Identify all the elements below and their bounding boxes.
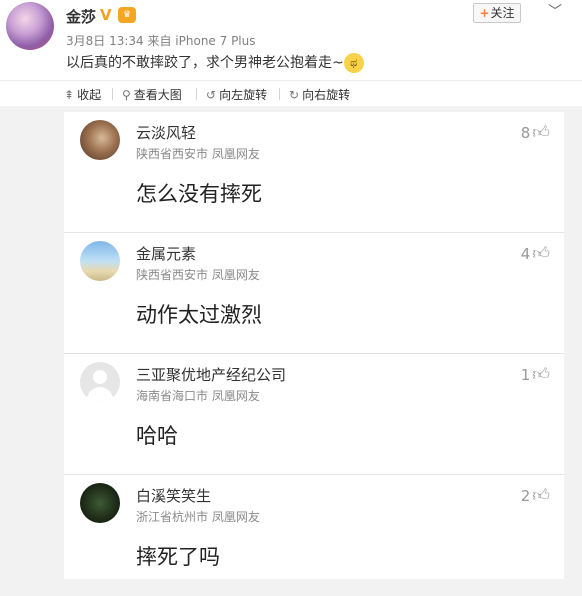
commenter-location: 浙江省杭州市 凤凰网友 — [136, 510, 260, 524]
commenter-name[interactable]: 三亚聚优地产经纪公司 — [136, 364, 286, 385]
commenter-name[interactable]: 白溪笑笑生 — [136, 485, 211, 506]
comment-text: 哈哈 — [136, 424, 178, 448]
rotate-left-label: 向左旋转 — [219, 88, 268, 102]
commenter-location: 陕西省西安市 凤凰网友 — [136, 147, 260, 161]
comment-text: 动作太过激烈 — [136, 303, 262, 327]
plus-icon: + — [479, 6, 490, 20]
thumbs-up-icon: 👍︎ — [532, 244, 550, 264]
crying-face-emoji-icon: ಥ — [343, 53, 364, 73]
commenter-avatar[interactable] — [80, 483, 120, 523]
post-text: 以后真的不敢摔跤了，求个男神老公抱着走~ ಥ — [66, 52, 364, 73]
author-name[interactable]: 金莎 — [66, 6, 96, 27]
avatar-shoulders — [87, 387, 113, 402]
commenter-avatar[interactable] — [80, 241, 120, 281]
comment-text: 怎么没有摔死 — [136, 182, 262, 206]
follow-label: 关注 — [490, 6, 515, 20]
vip-badge-icon: ♛ — [118, 7, 136, 23]
rotate-left-icon: ↺ — [206, 88, 217, 102]
comment-text: 摔死了吗 — [136, 545, 220, 569]
like-count: 8 — [520, 124, 531, 142]
author-avatar[interactable] — [6, 2, 54, 50]
follow-button[interactable]: +关注 — [473, 3, 521, 23]
commenter-location: 陕西省西安市 凤凰网友 — [136, 268, 260, 282]
chevron-down-icon[interactable]: ﹀ — [548, 1, 562, 21]
divider — [112, 88, 113, 100]
like-count: 1 — [520, 366, 531, 384]
view-large-label: 查看大图 — [133, 88, 182, 102]
post-text-content: 以后真的不敢摔跤了，求个男神老公抱着走~ — [66, 55, 344, 71]
like-count: 4 — [520, 245, 531, 263]
comment-item: 云淡风轻 陕西省西安市 凤凰网友 8 👍︎ 怎么没有摔死 — [64, 112, 564, 233]
rotate-left-button[interactable]: ↺ 向左旋转 — [206, 86, 267, 103]
collapse-button[interactable]: ⇞ 收起 — [64, 86, 101, 103]
verified-badge-icon: V — [100, 6, 112, 24]
thumbs-up-icon: 👍︎ — [532, 486, 550, 506]
commenter-location: 海南省海口市 凤凰网友 — [136, 389, 260, 403]
divider — [196, 88, 197, 100]
commenter-avatar[interactable] — [80, 120, 120, 160]
like-button[interactable]: 2 👍︎ — [521, 485, 550, 506]
like-count: 2 — [520, 487, 531, 505]
commenter-name[interactable]: 金属元素 — [136, 243, 196, 264]
collapse-icon: ⇞ — [64, 88, 75, 102]
comment-item: 金属元素 陕西省西安市 凤凰网友 4 👍︎ 动作太过激烈 — [64, 233, 564, 354]
image-toolbar: ⇞ 收起 ⚲ 查看大图 ↺ 向左旋转 ↻ 向右旋转 — [0, 80, 582, 106]
like-button[interactable]: 8 👍︎ — [521, 122, 550, 143]
rotate-right-icon: ↻ — [289, 88, 300, 102]
collapse-label: 收起 — [77, 88, 102, 102]
post-meta: 3月8日 13:34 来自 iPhone 7 Plus — [66, 34, 256, 48]
post-card: 金莎 V ♛ +关注 ﹀ 3月8日 13:34 来自 iPhone 7 Plus… — [0, 0, 582, 106]
magnifier-icon: ⚲ — [122, 88, 131, 102]
comment-list: 云淡风轻 陕西省西安市 凤凰网友 8 👍︎ 怎么没有摔死 金属元素 陕西省西安市 … — [64, 112, 564, 579]
like-button[interactable]: 4 👍︎ — [521, 243, 550, 264]
commenter-name[interactable]: 云淡风轻 — [136, 122, 196, 143]
avatar-head — [93, 370, 107, 384]
rotate-right-button[interactable]: ↻ 向右旋转 — [289, 86, 350, 103]
comment-item: 白溪笑笑生 浙江省杭州市 凤凰网友 2 👍︎ 摔死了吗 — [64, 475, 564, 596]
comment-item: 三亚聚优地产经纪公司 海南省海口市 凤凰网友 1 👍︎ 哈哈 — [64, 354, 564, 475]
view-large-button[interactable]: ⚲ 查看大图 — [122, 86, 182, 103]
thumbs-up-icon: 👍︎ — [532, 365, 550, 385]
default-avatar-icon[interactable] — [80, 362, 120, 402]
divider — [279, 88, 280, 100]
rotate-right-label: 向右旋转 — [302, 88, 351, 102]
thumbs-up-icon: 👍︎ — [532, 123, 550, 143]
like-button[interactable]: 1 👍︎ — [521, 364, 550, 385]
